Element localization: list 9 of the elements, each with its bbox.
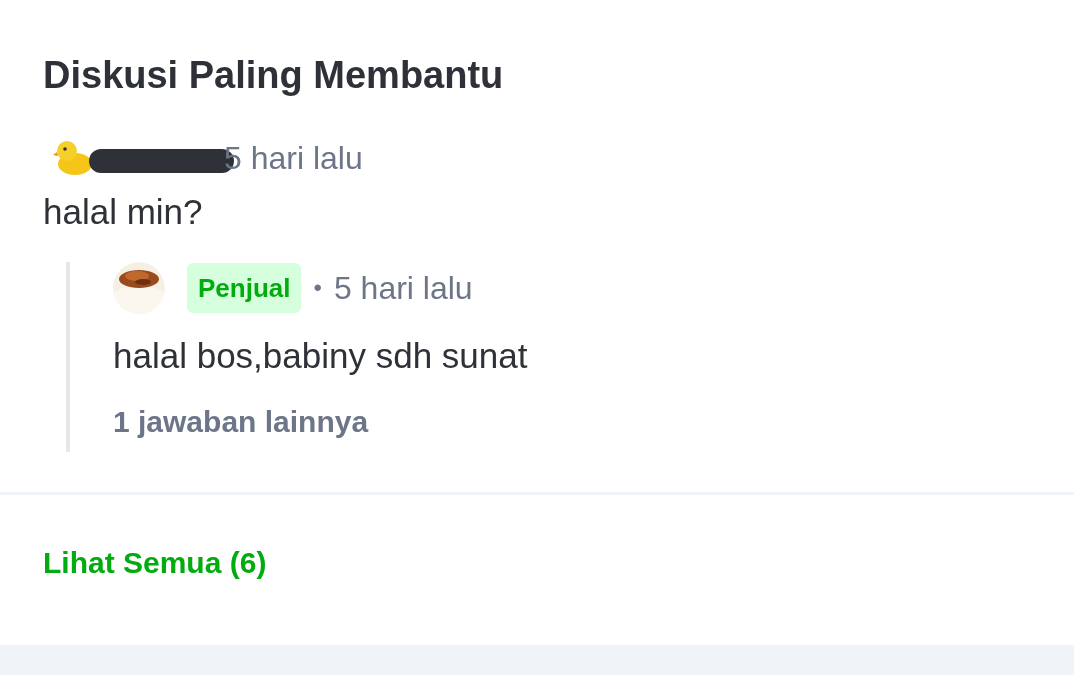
post-time: 5 hari lalu xyxy=(224,139,363,178)
separator-dot: • xyxy=(313,273,322,303)
see-all-link[interactable]: Lihat Semua (6) xyxy=(43,546,267,579)
post-time: 5 hari lalu xyxy=(333,269,473,308)
section-title: Diskusi Paling Membantu xyxy=(43,53,505,98)
reply-text: halal bos,babiny sdh sunat xyxy=(113,335,529,377)
question-text: halal min? xyxy=(43,191,204,233)
seller-badge: Penjual xyxy=(187,263,302,313)
more-replies-link[interactable]: 1 jawaban lainnya xyxy=(113,402,1031,450)
